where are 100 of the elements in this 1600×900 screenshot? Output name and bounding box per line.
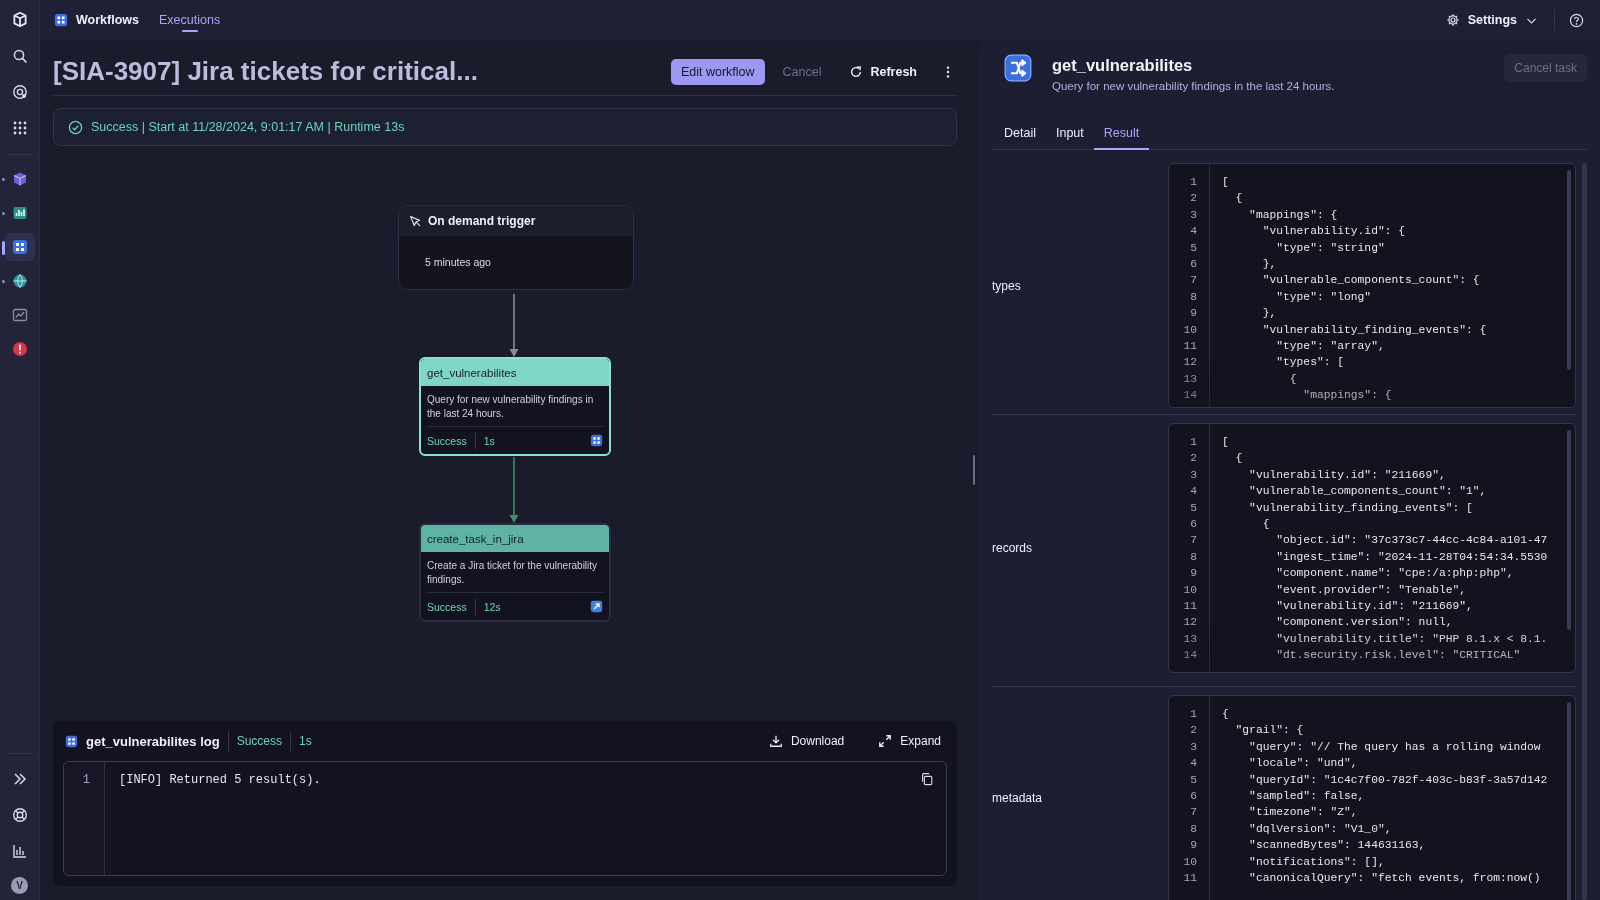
tab[interactable]: Executions — [159, 0, 221, 40]
status-text: Success | Start at 11/28/2024, 9:01:17 AM | Runtime 13s — [91, 120, 405, 134]
download-icon — [768, 734, 783, 748]
scrollbar-thumb[interactable] — [1567, 170, 1571, 370]
line-chart-icon — [11, 307, 28, 323]
code-line: "vulnerability.title": "PHP 8.1.x < 8.1. — [1275, 631, 1548, 647]
tab[interactable]: Result — [1093, 118, 1150, 150]
code-line: "component.name": "cpe:/a:php:php", — [1275, 566, 1515, 582]
code-line: "dqlVersion": "V1_0", — [1248, 821, 1393, 837]
edit-button[interactable]: Edit workflow — [670, 58, 765, 85]
code-line: }, — [1261, 306, 1278, 322]
line-number: 12 — [1182, 615, 1198, 631]
scrollbar-thumb[interactable] — [1567, 430, 1571, 630]
code-line: "vulnerability.id": { — [1261, 224, 1407, 240]
line-number: 2 — [1189, 723, 1198, 739]
node-title: On demand trigger — [428, 214, 536, 228]
line-number: 9 — [1189, 566, 1198, 582]
code-line: "query": "// The query has a rolling window — [1248, 739, 1542, 755]
scrollbar[interactable] — [1582, 163, 1587, 900]
expand-icon — [878, 734, 893, 748]
resize-handle[interactable] — [973, 455, 975, 485]
refresh-button[interactable]: Refresh — [839, 58, 927, 85]
line-number: 4 — [1189, 756, 1198, 772]
tab[interactable]: Detail — [994, 118, 1046, 150]
task-description: Query for new vulnerability findings in the last 24 hours. — [1052, 80, 1336, 92]
line-number: 11 — [1182, 339, 1198, 355]
code-line: [ — [1222, 435, 1230, 450]
field-label: types — [992, 278, 1022, 293]
node-description: Query for new vulnerability findings in the last 24 hours. — [426, 393, 595, 421]
double-chevron-icon — [11, 771, 28, 787]
settings-button[interactable]: Settings — [1439, 9, 1544, 31]
line-number: 7 — [1189, 805, 1198, 821]
field-label: metadata — [992, 790, 1044, 805]
line-number: 6 — [1189, 257, 1198, 273]
line-number: 10 — [1182, 582, 1198, 598]
line-number: 13 — [1182, 371, 1198, 387]
code-line: { — [1234, 451, 1244, 467]
line-number: 8 — [1189, 821, 1198, 837]
code-line: "vulnerability.id": "211669", — [1275, 599, 1474, 615]
cursor-icon — [409, 214, 422, 228]
line-number: 5 — [1189, 500, 1198, 516]
tab[interactable]: Input — [1045, 118, 1094, 150]
line-number: 12 — [1182, 355, 1198, 371]
copy-button[interactable] — [920, 772, 934, 786]
check-circle-icon — [68, 119, 83, 135]
download-button[interactable]: Download — [762, 730, 851, 752]
code-line: { — [1261, 517, 1271, 533]
code-line: "vulnerability_finding_events": [ — [1248, 500, 1474, 516]
code-line: "scannedBytes": 144631163, — [1248, 838, 1427, 854]
task-title: get_vulnerabilites — [1052, 56, 1194, 75]
task-status: Success — [427, 434, 467, 447]
task-duration: 1s — [483, 434, 495, 447]
settings-icon — [1445, 13, 1460, 27]
expand-button[interactable]: Expand — [872, 730, 947, 752]
line-number: 9 — [1189, 838, 1198, 854]
line-number: 10 — [1182, 854, 1198, 870]
code-line: "queryId": "1c4c7f00-782f-403c-b83f-3a57d142 — [1248, 772, 1548, 788]
line-number: 1 — [1189, 707, 1198, 722]
line-number: 8 — [1189, 549, 1198, 565]
trigger-node[interactable]: On demand trigger 5 minutes ago — [398, 205, 634, 290]
scrollbar-thumb[interactable] — [1567, 702, 1571, 900]
line-number: 1 — [1189, 435, 1198, 450]
node-description: Create a Jira ticket for the vulnerability findings. — [426, 559, 599, 587]
line-number: 10 — [1182, 322, 1198, 338]
code-line: "type": "string" — [1275, 240, 1386, 256]
code-line: "ingest_time": "2024-11-28T04:54:34.5530 — [1275, 549, 1548, 565]
line-number: 7 — [1189, 273, 1198, 289]
code-line: { — [1234, 191, 1244, 207]
trigger-time: 5 minutes ago — [425, 256, 491, 268]
code-line: { — [1222, 707, 1230, 722]
code-line: "locale": "und", — [1248, 756, 1359, 772]
line-number: 11 — [1182, 871, 1198, 887]
line-number: 5 — [1189, 772, 1198, 788]
line-number: 13 — [1182, 631, 1198, 647]
avatar[interactable]: V — [11, 877, 28, 894]
apps-grid-icon — [11, 120, 28, 136]
code-line: "types": [ — [1275, 355, 1346, 371]
line-number: 4 — [1189, 224, 1198, 240]
node-title: get_vulnerabilites — [427, 366, 517, 379]
line-number: 14 — [1182, 648, 1198, 664]
task-node[interactable]: get_vulnerabilites Query for new vulnerability findings in the last 24 hours. Success 1s — [419, 357, 611, 456]
sidebar-button[interactable] — [4, 233, 35, 261]
shuffle-icon — [1004, 54, 1032, 82]
line-number: 3 — [1189, 207, 1198, 223]
lifebuoy-icon — [11, 807, 28, 823]
indicator-dot — [1, 178, 5, 181]
line-number: 6 — [1189, 789, 1198, 805]
line-number: 5 — [1189, 240, 1198, 256]
page-title: [SIA-3907] Jira tickets for critical... — [53, 56, 478, 87]
code-line: "vulnerability_finding_events": { — [1261, 322, 1487, 338]
task-node[interactable]: create_task_in_jira Create a Jira ticket for the vulnerability findings. Success 12s — [419, 523, 611, 622]
alert-icon — [11, 341, 28, 357]
code-line: "component.version": null, — [1275, 615, 1454, 631]
line-number: 7 — [1189, 533, 1198, 549]
code-line: "mappings": { — [1248, 207, 1339, 223]
connector-arrow — [508, 457, 520, 523]
grid-square-icon — [590, 434, 603, 447]
help-icon — [1569, 12, 1584, 28]
line-number: 9 — [1189, 306, 1198, 322]
line-number: 3 — [1189, 467, 1198, 483]
